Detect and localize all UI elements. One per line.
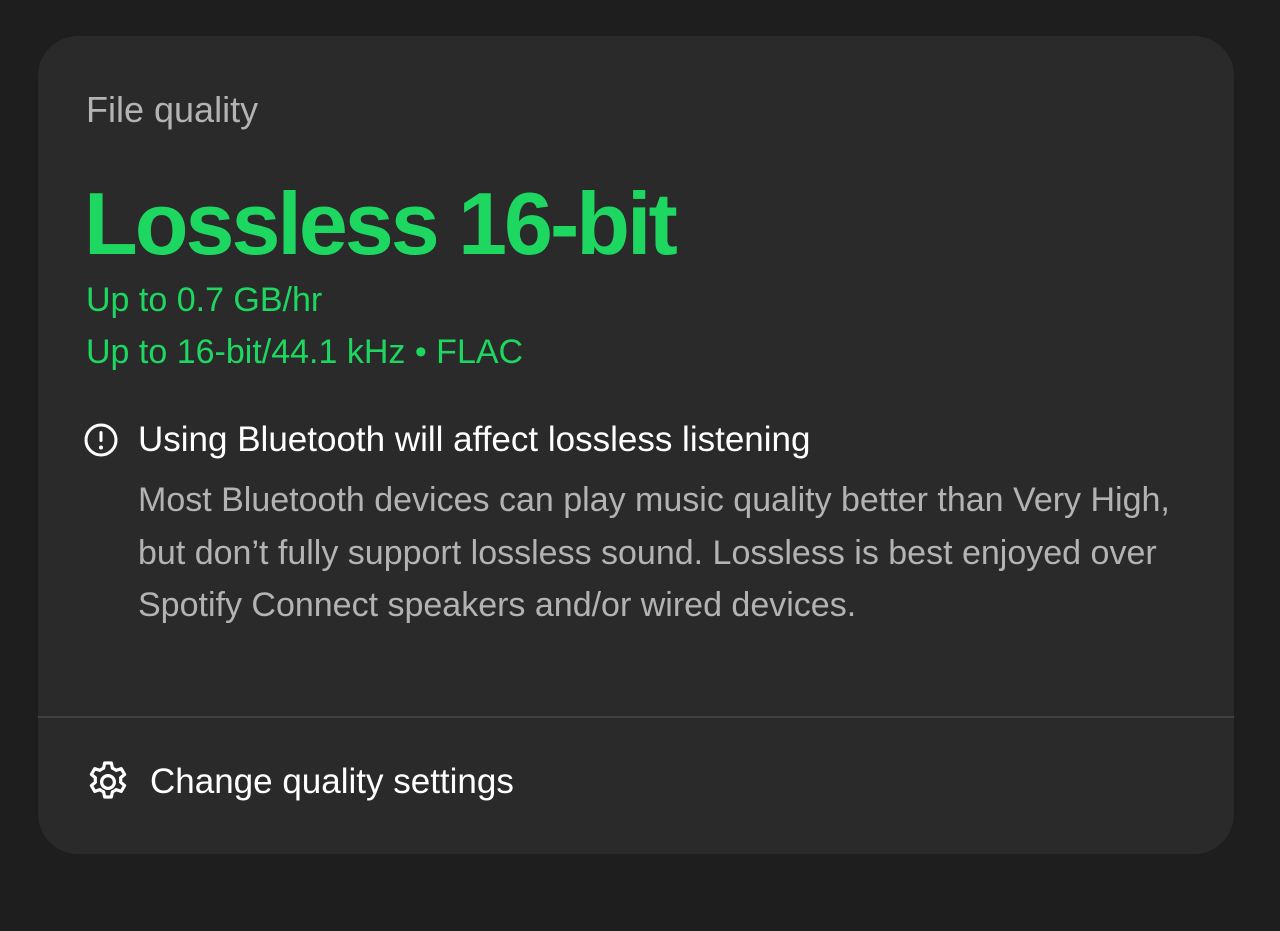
divider	[38, 716, 1234, 718]
quality-title: Lossless 16-bit	[84, 174, 678, 273]
bitrate-detail: Up to 0.7 GB/hr	[86, 281, 323, 319]
exclamation-circle-icon	[84, 423, 118, 457]
quality-info-section: File quality Lossless 16-bit Up to 0.7 G…	[38, 36, 1234, 717]
file-quality-card: File quality Lossless 16-bit Up to 0.7 G…	[38, 36, 1234, 854]
change-quality-settings-button[interactable]: Change quality settings	[84, 756, 514, 808]
bluetooth-warning-body: Most Bluetooth devices can play music qu…	[138, 481, 1170, 624]
format-detail: Up to 16-bit/44.1 kHz • FLAC	[86, 333, 524, 371]
gear-icon	[84, 758, 132, 806]
change-quality-settings-label: Change quality settings	[150, 762, 514, 801]
file-quality-label: File quality	[86, 89, 259, 130]
bluetooth-warning: Using Bluetooth will affect lossless lis…	[84, 417, 810, 463]
bluetooth-warning-title: Using Bluetooth will affect lossless lis…	[138, 420, 811, 459]
